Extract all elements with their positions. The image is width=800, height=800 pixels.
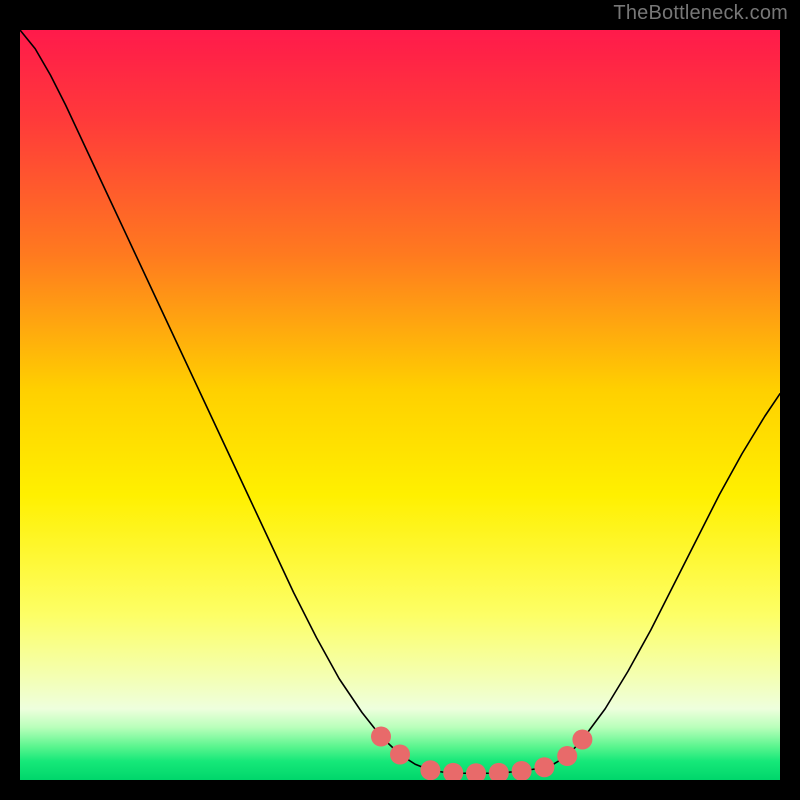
watermark-text: TheBottleneck.com [613, 2, 788, 25]
chart-frame [18, 28, 782, 782]
